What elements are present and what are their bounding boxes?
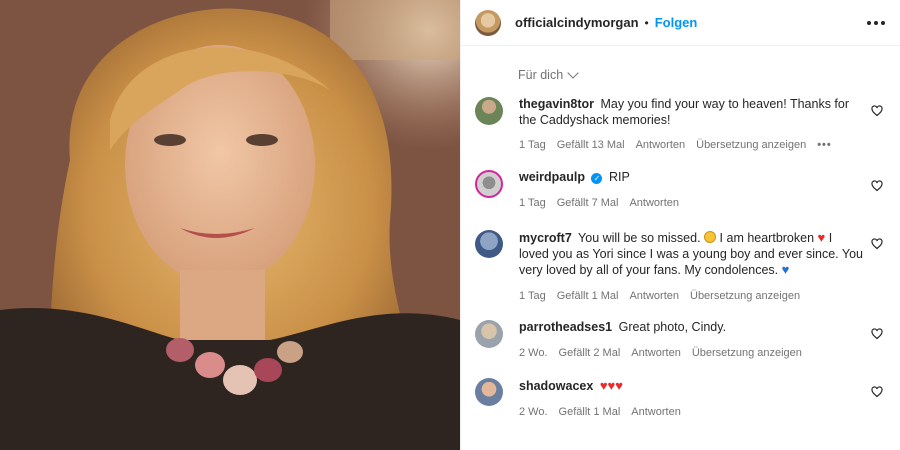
author-avatar[interactable] [475,9,501,36]
comment-text: Great photo, Cindy. [618,320,727,334]
translate-button[interactable]: Übersetzung anzeigen [696,138,806,154]
reply-button[interactable]: Antworten [636,138,686,154]
comment-meta: 2 Wo. Gefällt 2 Mal Antworten Übersetzun… [519,346,865,362]
comment-text-part: You will be so missed. [578,231,701,245]
comment-time[interactable]: 1 Tag [519,138,546,154]
comment-text-part: I am heartbroken [719,231,815,245]
comment-likes[interactable]: Gefällt 1 Mal [559,405,621,421]
comment-meta: 1 Tag Gefällt 13 Mal Antworten Übersetzu… [519,138,865,154]
comment-time[interactable]: 2 Wo. [519,405,548,421]
comment-meta: 2 Wo. Gefällt 1 Mal Antworten [519,405,865,421]
comment-likes[interactable]: Gefällt 2 Mal [559,346,621,362]
comment-likes[interactable]: Gefällt 1 Mal [557,289,619,305]
commenter-avatar[interactable] [475,230,503,258]
comment-time[interactable]: 2 Wo. [519,346,548,362]
translate-button[interactable]: Übersetzung anzeigen [692,346,802,362]
comment-time[interactable]: 1 Tag [519,289,546,305]
comment-item: thegavin8tor May you find your way to he… [475,97,895,154]
heart-outline-icon[interactable] [871,328,883,340]
comment-meta: 1 Tag Gefällt 1 Mal Antworten Übersetzun… [519,289,865,305]
comment-text: ♥♥♥ [599,378,623,393]
comment-item: shadowacex ♥♥♥ 2 Wo. Gefällt 1 Mal Antwo… [475,378,895,420]
comment-text: RIP [608,170,630,184]
heart-outline-icon[interactable] [871,105,883,117]
portrait-image [0,0,460,450]
comment-likes[interactable]: Gefällt 13 Mal [557,138,625,154]
comments-panel: officialcindymorgan • Folgen Für dich th… [460,0,900,450]
comment-options-icon[interactable]: ••• [817,138,832,154]
commenter-avatar[interactable] [475,378,503,406]
post-view: officialcindymorgan • Folgen Für dich th… [0,0,900,450]
comment-item: parrotheadses1 Great photo, Cindy. 2 Wo.… [475,320,895,361]
post-photo[interactable] [0,0,460,450]
comment-filter-dropdown[interactable]: Für dich [518,67,579,82]
comment-body: weirdpaulp ✓ RIP 1 Tag Gefällt 7 Mal Ant… [519,170,865,211]
follow-button[interactable]: Folgen [655,15,698,30]
comment-time[interactable]: 1 Tag [519,196,546,212]
commenter-avatar[interactable] [475,97,503,125]
commenter-username[interactable]: parrotheadses1 [519,320,612,334]
commenter-username[interactable]: weirdpaulp [519,170,585,184]
comment-body: shadowacex ♥♥♥ 2 Wo. Gefällt 1 Mal Antwo… [519,378,865,420]
comment-item: mycroft7 You will be so missed. I am hea… [475,230,895,304]
comment-body: mycroft7 You will be so missed. I am hea… [519,230,865,304]
reply-button[interactable]: Antworten [629,289,679,305]
sad-face-emoji-icon [704,231,717,243]
verified-badge-icon: ✓ [591,173,603,184]
author-username[interactable]: officialcindymorgan [515,15,639,30]
commenter-username[interactable]: shadowacex [519,379,593,393]
commenter-username[interactable]: thegavin8tor [519,97,594,111]
comment-body: thegavin8tor May you find your way to he… [519,97,865,154]
post-header: officialcindymorgan • Folgen [461,0,900,46]
reply-button[interactable]: Antworten [631,405,681,421]
chevron-down-icon [567,67,579,79]
header-separator: • [644,15,649,30]
more-options-icon[interactable] [866,13,886,33]
comment-meta: 1 Tag Gefällt 7 Mal Antworten [519,196,865,212]
comment-likes[interactable]: Gefällt 7 Mal [557,196,619,212]
comment-item: weirdpaulp ✓ RIP 1 Tag Gefällt 7 Mal Ant… [475,170,895,211]
blue-heart-emoji-icon: ♥ [781,262,790,277]
commenter-username[interactable]: mycroft7 [519,231,572,245]
reply-button[interactable]: Antworten [629,196,679,212]
comment-filter-label: Für dich [518,68,564,82]
heart-outline-icon[interactable] [871,180,883,192]
comment-body: parrotheadses1 Great photo, Cindy. 2 Wo.… [519,320,865,361]
commenter-avatar[interactable] [475,320,503,348]
translate-button[interactable]: Übersetzung anzeigen [690,289,800,305]
commenter-avatar[interactable] [475,170,503,198]
reply-button[interactable]: Antworten [631,346,681,362]
heart-outline-icon[interactable] [871,238,883,250]
heart-outline-icon[interactable] [871,386,883,398]
red-heart-emoji-icon: ♥ [817,230,826,245]
